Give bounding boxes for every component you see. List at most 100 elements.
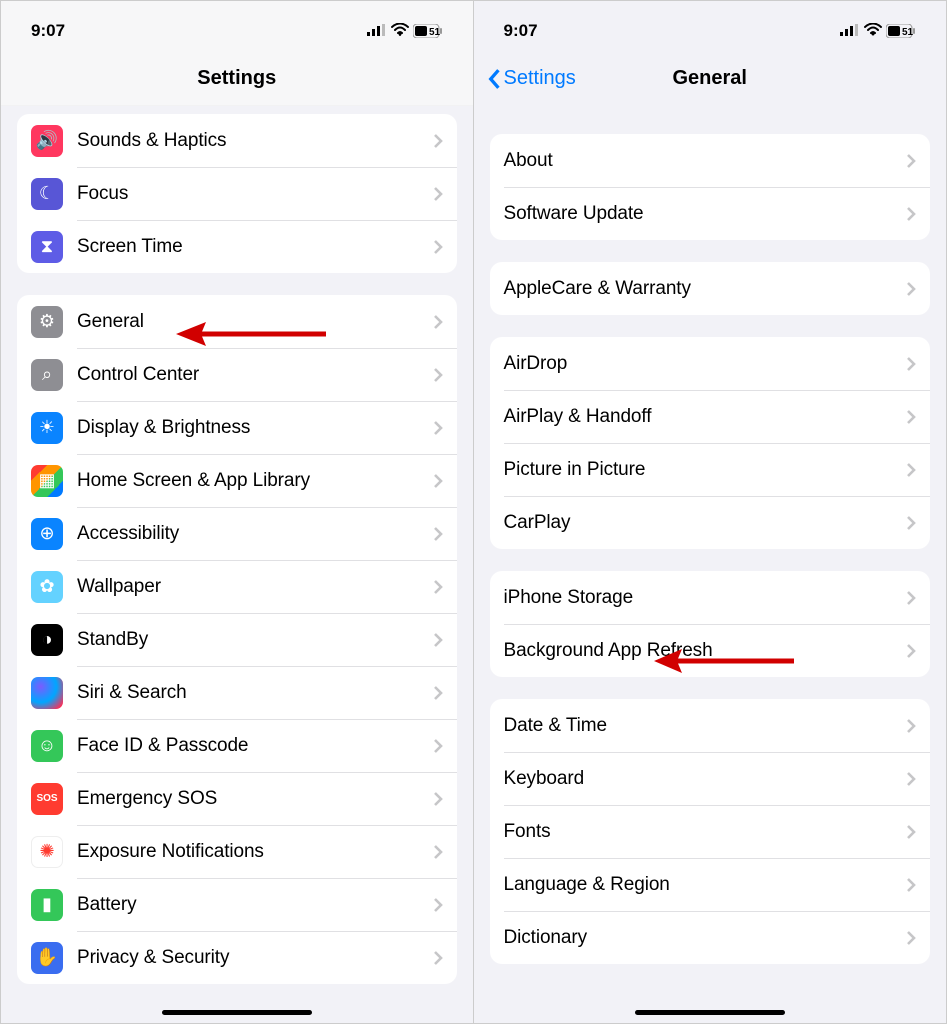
back-button[interactable]: Settings xyxy=(486,67,576,90)
row-label: Home Screen & App Library xyxy=(77,470,433,492)
row-label: Background App Refresh xyxy=(504,640,907,662)
battery-icon: 51 xyxy=(886,24,916,38)
row-picture-in-picture[interactable]: Picture in Picture xyxy=(490,443,931,496)
row-keyboard[interactable]: Keyboard xyxy=(490,752,931,805)
general-group: Date & Time Keyboard Fonts Language & Regio… xyxy=(490,699,931,964)
row-language-region[interactable]: Language & Region xyxy=(490,858,931,911)
phone-settings: 9:07 51 Settings 🔊Sounds & Haptics☾Focus… xyxy=(1,1,474,1023)
settings-group: 🔊 Sounds & Haptics ☾ Focus ⧗ Screen Time xyxy=(17,114,457,273)
focus-icon: ☾ xyxy=(31,178,63,210)
homescreen-icon: ▦ xyxy=(31,465,63,497)
row-iphone-storage[interactable]: iPhone Storage xyxy=(490,571,931,624)
row-airplay-handoff[interactable]: AirPlay & Handoff xyxy=(490,390,931,443)
row-label: Language & Region xyxy=(504,874,907,896)
row-label: General xyxy=(77,311,433,333)
row-screen-time[interactable]: ⧗ Screen Time xyxy=(17,220,457,273)
row-fonts[interactable]: Fonts xyxy=(490,805,931,858)
row-label: Accessibility xyxy=(77,523,433,545)
row-software-update[interactable]: Software Update xyxy=(490,187,931,240)
row-label: StandBy xyxy=(77,629,433,651)
row-label: Screen Time xyxy=(77,236,433,258)
row-carplay[interactable]: CarPlay xyxy=(490,496,931,549)
row-label: Wallpaper xyxy=(77,576,433,598)
row-date-time[interactable]: Date & Time xyxy=(490,699,931,752)
row-focus[interactable]: ☾ Focus xyxy=(17,167,457,220)
row-battery[interactable]: ▮Battery xyxy=(17,878,457,931)
row-label: Battery xyxy=(77,894,433,916)
row-label: Picture in Picture xyxy=(504,459,907,481)
row-standby[interactable]: ◑StandBy xyxy=(17,613,457,666)
row-label: Privacy & Security xyxy=(77,947,433,969)
row-label: About xyxy=(504,150,907,172)
sos-icon: SOS xyxy=(31,783,63,815)
row-background-app-refresh[interactable]: Background App Refresh xyxy=(490,624,931,677)
svg-text:51: 51 xyxy=(429,27,441,38)
row-face-id-passcode[interactable]: ☺ Face ID & Passcode xyxy=(17,719,457,772)
row-privacy-security[interactable]: ✋ Privacy & Security xyxy=(17,931,457,984)
row-label: Control Center xyxy=(77,364,433,386)
privacy-icon: ✋ xyxy=(31,942,63,974)
home-indicator[interactable] xyxy=(635,1010,785,1015)
row-about[interactable]: About xyxy=(490,134,931,187)
chevron-left-icon xyxy=(486,68,502,90)
wifi-icon xyxy=(391,21,409,41)
page-title: Settings xyxy=(197,67,276,90)
settings-list[interactable]: 🔊 Sounds & Haptics ☾ Focus ⧗ Screen Time ⚙ Gene… xyxy=(1,106,473,1023)
general-group: iPhone Storage Background App Refresh xyxy=(490,571,931,677)
nav-header-settings: Settings xyxy=(1,51,473,106)
general-list[interactable]: About Software Update AppleCare & Warranty… xyxy=(474,106,947,1023)
row-home-screen-app-library[interactable]: ▦ Home Screen & App Library xyxy=(17,454,457,507)
row-label: Date & Time xyxy=(504,715,907,737)
row-siri-search[interactable]: Siri & Search xyxy=(17,666,457,719)
phone-general: 9:07 51 Settings General About Software U… xyxy=(474,1,947,1023)
row-label: Emergency SOS xyxy=(77,788,433,810)
row-applecare-warranty[interactable]: AppleCare & Warranty xyxy=(490,262,931,315)
row-emergency-sos[interactable]: SOS Emergency SOS xyxy=(17,772,457,825)
row-label: AirPlay & Handoff xyxy=(504,406,907,428)
back-label: Settings xyxy=(504,67,576,90)
row-label: Sounds & Haptics xyxy=(77,130,433,152)
row-label: AirDrop xyxy=(504,353,907,375)
status-bar: 9:07 51 xyxy=(474,1,947,51)
faceid-icon: ☺ xyxy=(31,730,63,762)
row-label: Display & Brightness xyxy=(77,417,433,439)
cellular-icon xyxy=(840,21,860,41)
exposure-icon: ✺ xyxy=(31,836,63,868)
row-label: Dictionary xyxy=(504,927,907,949)
svg-text:51: 51 xyxy=(902,27,914,38)
row-control-center[interactable]: ⌕ Control Center xyxy=(17,348,457,401)
row-label: iPhone Storage xyxy=(504,587,907,609)
row-display-brightness[interactable]: ☀ Display & Brightness xyxy=(17,401,457,454)
row-label: Focus xyxy=(77,183,433,205)
row-dictionary[interactable]: Dictionary xyxy=(490,911,931,964)
display-icon: ☀ xyxy=(31,412,63,444)
row-label: Keyboard xyxy=(504,768,907,790)
wifi-icon xyxy=(864,21,882,41)
wallpaper-icon: ✿ xyxy=(31,571,63,603)
settings-group: ⚙ General ⌕ Control Center ☀ Display & Bright… xyxy=(17,295,457,984)
siri-icon xyxy=(31,677,63,709)
battery-icon: 51 xyxy=(413,24,443,38)
screentime-icon: ⧗ xyxy=(31,231,63,263)
general-icon: ⚙ xyxy=(31,306,63,338)
status-right: 51 xyxy=(840,21,916,41)
status-right: 51 xyxy=(367,21,443,41)
row-label: Exposure Notifications xyxy=(77,841,433,863)
status-time: 9:07 xyxy=(504,21,538,41)
row-accessibility[interactable]: ⊕Accessibility xyxy=(17,507,457,560)
row-wallpaper[interactable]: ✿ Wallpaper xyxy=(17,560,457,613)
general-group: About Software Update xyxy=(490,134,931,240)
nav-header-general: Settings General xyxy=(474,51,947,106)
row-general[interactable]: ⚙ General xyxy=(17,295,457,348)
row-label: Fonts xyxy=(504,821,907,843)
row-sounds-haptics[interactable]: 🔊 Sounds & Haptics xyxy=(17,114,457,167)
row-airdrop[interactable]: AirDrop xyxy=(490,337,931,390)
row-exposure-notifications[interactable]: ✺ Exposure Notifications xyxy=(17,825,457,878)
controlcenter-icon: ⌕ xyxy=(31,359,63,391)
general-group: AppleCare & Warranty xyxy=(490,262,931,315)
sounds-icon: 🔊 xyxy=(31,125,63,157)
row-label: CarPlay xyxy=(504,512,907,534)
general-group: AirDrop AirPlay & Handoff Picture in Pictu… xyxy=(490,337,931,549)
row-label: Face ID & Passcode xyxy=(77,735,433,757)
home-indicator[interactable] xyxy=(162,1010,312,1015)
